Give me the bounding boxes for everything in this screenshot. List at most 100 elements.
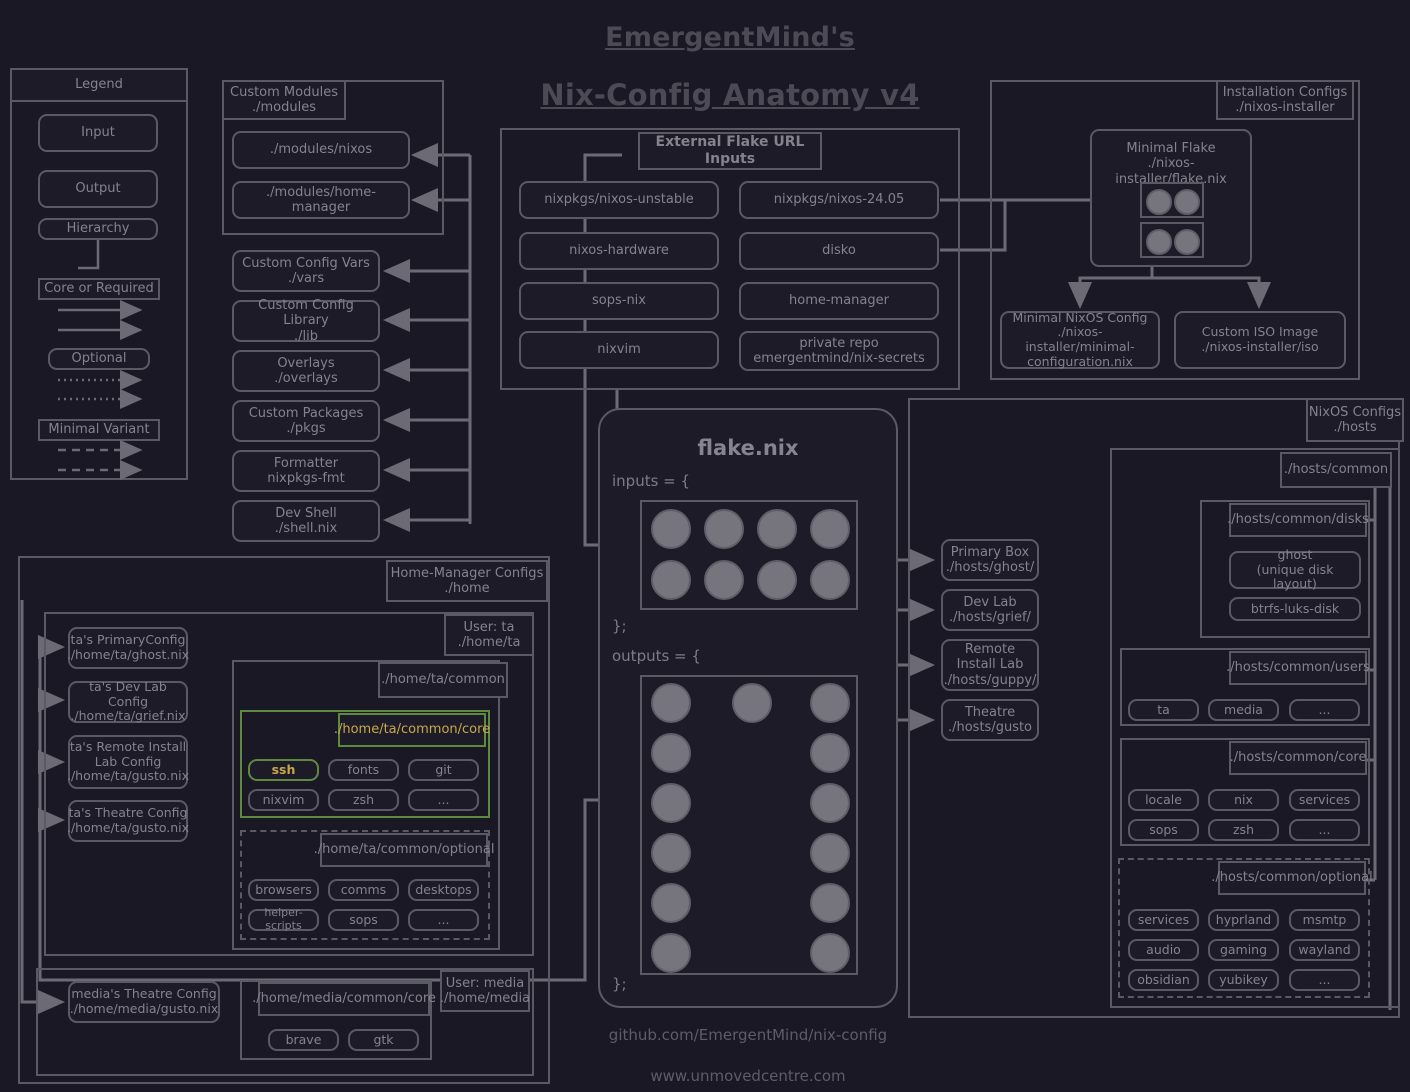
hosts-optional-hyprland: hyprland (1208, 909, 1279, 931)
home-ta-core-more: ... (408, 789, 479, 811)
ta-remote-install-lab-config: ta's Remote Install Lab Config ./home/ta… (67, 735, 189, 789)
home-media-core-gtk: gtk (348, 1029, 419, 1051)
home-manager-header: Home-Manager Configs ./home (386, 560, 548, 602)
home-media-core-brave: brave (268, 1029, 339, 1051)
hosts-disk-ghost: ghost (unique disk layout) (1229, 547, 1361, 591)
flake-outputs-open: outputs = { (612, 647, 701, 665)
legend-input-box: Input (38, 114, 158, 152)
minimal-flake-output-circle (1146, 229, 1172, 255)
input-custom-packages: Custom Packages ./pkgs (232, 400, 380, 442)
hosts-optional-gaming: gaming (1208, 939, 1279, 961)
module-home-manager-box: ./modules/home-manager (232, 181, 410, 219)
diagram-canvas: EmergentMind's Nix-Config Anatomy v4 Leg… (0, 0, 1410, 1092)
hosts-core-sops: sops (1128, 819, 1199, 841)
home-ta-common-optional-header: ./home/ta/common/optional (314, 833, 494, 867)
flake-output-circle (810, 733, 850, 773)
home-ta-optional-helper-scripts: helper-scripts (248, 906, 319, 932)
user-media-header: User: media ./home/media (440, 970, 530, 1012)
minimal-flake-input-circle (1174, 189, 1200, 215)
hosts-core-locale: locale (1128, 789, 1199, 811)
input-formatter: Formatter nixpkgs-fmt (232, 450, 380, 492)
input-overlays: Overlays ./overlays (232, 350, 380, 392)
hosts-common-core-header: ./hosts/common/core (1229, 741, 1367, 775)
home-ta-common-core-header: ./home/ta/common/core (334, 713, 490, 747)
home-ta-core-git: git (408, 759, 479, 781)
external-inputs-header: External Flake URL Inputs (638, 132, 822, 170)
hosts-optional-more: ... (1289, 969, 1360, 991)
page-title-line1: EmergentMind's (605, 22, 855, 53)
flake-inputs-open: inputs = { (612, 472, 691, 490)
footer-site: www.unmovedcentre.com (650, 1067, 846, 1085)
flake-input-circle (757, 560, 797, 600)
custom-iso-image-box: Custom ISO Image ./nixos-installer/iso (1174, 311, 1346, 369)
page-title-line2: Nix-Config Anatomy v4 (540, 78, 920, 112)
flake-output-circle (810, 683, 850, 723)
input-dev-shell: Dev Shell ./shell.nix (232, 500, 380, 542)
home-ta-core-fonts: fonts (328, 759, 399, 781)
flake-input-circle (810, 560, 850, 600)
flake-nix-title: flake.nix (697, 436, 799, 460)
home-ta-optional-sops: sops (328, 909, 399, 931)
flake-input-circle (651, 560, 691, 600)
installation-configs-header: Installation Configs ./nixos-installer (1216, 80, 1354, 120)
legend-core-box: Core or Required (38, 278, 160, 300)
external-input-nixpkgs-2405: nixpkgs/nixos-24.05 (739, 181, 939, 219)
flake-output-circle (651, 683, 691, 723)
home-ta-optional-browsers: browsers (248, 879, 319, 901)
flake-output-circle (810, 883, 850, 923)
flake-output-circle (651, 783, 691, 823)
hosts-optional-wayland: wayland (1289, 939, 1360, 961)
ta-theatre-config: ta's Theatre Config ./home/ta/gusto.nix (67, 800, 189, 842)
ta-dev-lab-config: ta's Dev Lab Config ./home/ta/grief.nix (68, 679, 188, 723)
hosts-core-nix: nix (1208, 789, 1279, 811)
external-input-sops-nix: sops-nix (519, 282, 719, 320)
external-input-nixpkgs-unstable: nixpkgs/nixos-unstable (519, 181, 719, 219)
home-ta-core-nixvim: nixvim (248, 789, 319, 811)
hosts-common-optional-header: ./hosts/common/optional (1211, 861, 1373, 895)
flake-inputs-close: }; (612, 617, 627, 635)
nixos-configs-header: NixOS Configs ./hosts (1306, 398, 1404, 442)
flake-output-circle (810, 783, 850, 823)
minimal-flake-output-circle (1174, 229, 1200, 255)
hosts-optional-yubikey: yubikey (1208, 969, 1279, 991)
media-theatre-config: media's Theatre Config ./home/media/gust… (68, 981, 220, 1023)
home-ta-common-header: ./home/ta/common (378, 662, 508, 698)
flake-input-circle (651, 509, 691, 549)
user-ta-header: User: ta ./home/ta (444, 614, 534, 656)
hosts-core-zsh: zsh (1208, 819, 1279, 841)
home-ta-optional-more: ... (408, 909, 479, 931)
flake-output-circle (732, 683, 772, 723)
home-ta-optional-desktops: desktops (408, 879, 479, 901)
flake-outputs-close: }; (612, 975, 627, 993)
flake-output-circle (651, 933, 691, 973)
hosts-optional-msmtp: msmtp (1289, 909, 1360, 931)
hosts-common-header: ./hosts/common (1280, 452, 1392, 488)
legend-header: Legend (10, 68, 188, 102)
flake-input-circle (704, 560, 744, 600)
home-ta-core-zsh: zsh (328, 789, 399, 811)
footer-repo: github.com/EmergentMind/nix-config (608, 1026, 888, 1044)
home-ta-core-ssh: ssh (248, 759, 319, 781)
hosts-core-services: services (1289, 789, 1360, 811)
hosts-user-more: ... (1289, 699, 1360, 721)
legend-optional-box: Optional (48, 348, 150, 370)
input-custom-config-vars: Custom Config Vars ./vars (232, 250, 380, 292)
minimal-flake-input-circle (1146, 189, 1172, 215)
home-ta-optional-comms: comms (328, 879, 399, 901)
flake-input-circle (757, 509, 797, 549)
hosts-common-users-header: ./hosts/common/users (1226, 651, 1370, 685)
external-input-nix-secrets: private repo emergentmind/nix-secrets (739, 331, 939, 371)
flake-input-circle (810, 509, 850, 549)
hosts-optional-audio: audio (1128, 939, 1199, 961)
hosts-optional-services: services (1128, 909, 1199, 931)
custom-modules-header: Custom Modules ./modules (222, 80, 346, 120)
flake-input-circle (704, 509, 744, 549)
external-input-nixos-hardware: nixos-hardware (519, 232, 719, 270)
home-media-common-core-header: ./home/media/common/core (252, 982, 436, 1016)
flake-output-circle (810, 833, 850, 873)
external-input-nixvim: nixvim (519, 331, 719, 369)
legend-minimal-box: Minimal Variant (38, 419, 160, 441)
flake-output-circle (651, 883, 691, 923)
hosts-user-ta: ta (1128, 699, 1199, 721)
flake-output-circle (810, 933, 850, 973)
